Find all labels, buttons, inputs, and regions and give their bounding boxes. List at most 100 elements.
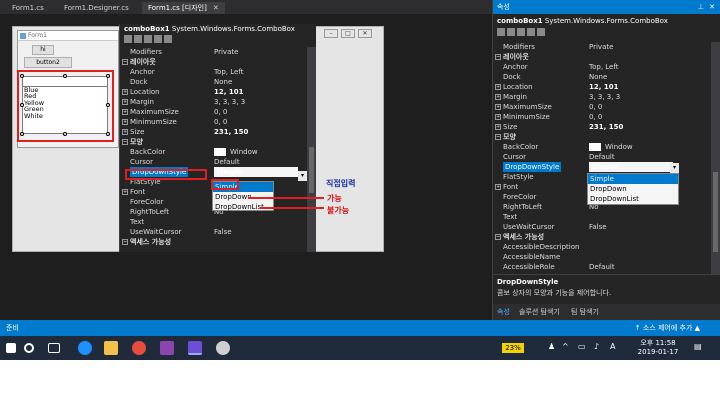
property-value[interactable]: 3, 3, 3, 3 [214, 97, 245, 107]
property-row[interactable]: + MinimumSize 0, 0 [120, 117, 307, 127]
property-value[interactable]: 12, 101 [589, 82, 618, 92]
collapse-icon[interactable]: − [122, 139, 128, 145]
resize-handle[interactable] [63, 132, 67, 136]
expand-icon[interactable]: + [122, 119, 128, 125]
combobox-item[interactable]: White [23, 112, 107, 119]
button2[interactable]: button2 [24, 57, 72, 68]
property-value[interactable]: False [214, 227, 232, 237]
tab-properties[interactable]: 속성 [497, 307, 510, 317]
paint-icon[interactable] [216, 341, 230, 355]
wrench-icon[interactable] [537, 28, 545, 36]
property-row[interactable]: UseWaitCursor False [493, 222, 711, 232]
property-value[interactable]: 0, 0 [589, 102, 602, 112]
property-row[interactable]: AccessibleName [493, 252, 711, 262]
property-category[interactable]: − 레이아웃 [493, 52, 711, 62]
property-category[interactable]: − 액세스 가능성 [120, 237, 307, 247]
expand-icon[interactable]: + [495, 184, 501, 190]
expand-icon[interactable]: + [495, 104, 501, 110]
expand-icon[interactable]: + [495, 84, 501, 90]
file-explorer-icon[interactable] [104, 341, 118, 355]
combobox-list[interactable]: Blue Red Yellow Green White [23, 87, 107, 119]
property-value[interactable]: 3, 3, 3, 3 [589, 92, 620, 102]
resize-handle[interactable] [106, 103, 110, 107]
expand-icon[interactable]: + [122, 99, 128, 105]
battery-indicator[interactable]: 23% [502, 343, 524, 353]
property-row[interactable]: BackColor Window [120, 147, 307, 157]
resize-handle[interactable] [20, 132, 24, 136]
dropdownstyle-options[interactable]: Simple DropDown DropDownList [587, 173, 679, 205]
option-simple[interactable]: Simple [588, 174, 678, 184]
categorized-icon[interactable] [497, 28, 505, 36]
people-icon[interactable]: ♟ [548, 342, 555, 351]
dropdown-arrow-icon[interactable]: ▾ [298, 171, 307, 181]
property-value[interactable]: 0, 0 [214, 107, 227, 117]
property-value[interactable]: Default [589, 152, 615, 162]
volume-icon[interactable]: ♪ [594, 342, 599, 351]
alphabetical-icon[interactable] [134, 35, 142, 43]
clock[interactable]: 오후 11:58 2019-01-17 [632, 338, 684, 356]
property-row[interactable]: + Location 12, 101 [493, 82, 711, 92]
property-value[interactable]: False [589, 222, 607, 232]
chrome-icon[interactable] [132, 341, 146, 355]
resize-handle[interactable] [106, 132, 110, 136]
property-value[interactable]: Simple [589, 162, 673, 172]
tab-form1-design[interactable]: Form1.cs [디자인] ✕ [142, 2, 225, 14]
events-icon[interactable] [154, 35, 162, 43]
combobox-simple[interactable]: Blue Red Yellow Green White [22, 76, 108, 134]
property-row[interactable]: + Size 231, 150 [493, 122, 711, 132]
tab-team-explorer[interactable]: 팀 탐색기 [571, 307, 599, 317]
property-value[interactable]: Default [589, 262, 615, 272]
collapse-icon[interactable]: − [495, 134, 501, 140]
categorized-icon[interactable] [124, 35, 132, 43]
edge-icon[interactable] [78, 341, 92, 355]
property-row[interactable]: AccessibleDescription [493, 242, 711, 252]
resize-handle[interactable] [106, 74, 110, 78]
close-icon[interactable]: ✕ [709, 0, 715, 14]
property-row[interactable]: Text [120, 217, 307, 227]
property-row[interactable]: UseWaitCursor False [120, 227, 307, 237]
alphabetical-icon[interactable] [507, 28, 515, 36]
chevron-up-icon[interactable]: ^ [562, 342, 569, 351]
property-row[interactable]: Dock None [120, 77, 307, 87]
property-value[interactable]: 12, 101 [214, 87, 243, 97]
collapse-icon[interactable]: − [495, 54, 501, 60]
pin-icon[interactable]: ⊥ [698, 0, 704, 14]
property-category[interactable]: − 모양 [120, 137, 307, 147]
expand-icon[interactable]: + [495, 124, 501, 130]
scrollbar-thumb[interactable] [309, 147, 314, 193]
maximize-icon[interactable]: □ [341, 29, 355, 38]
property-row[interactable]: + MinimumSize 0, 0 [493, 112, 711, 122]
property-category[interactable]: − 레이아웃 [120, 57, 307, 67]
property-row[interactable]: + Size 231, 150 [120, 127, 307, 137]
property-value[interactable]: None [214, 77, 232, 87]
property-row[interactable]: Cursor Default [493, 152, 711, 162]
notifications-icon[interactable]: ▤ [694, 342, 702, 351]
expand-icon[interactable]: + [495, 114, 501, 120]
wrench-icon[interactable] [164, 35, 172, 43]
property-row[interactable]: Cursor Default [120, 157, 307, 167]
property-value[interactable]: Private [214, 47, 238, 57]
properties-icon[interactable] [517, 28, 525, 36]
property-value[interactable]: None [589, 72, 607, 82]
scrollbar[interactable] [711, 42, 720, 274]
start-icon[interactable] [6, 343, 16, 353]
scrollbar[interactable] [307, 47, 316, 252]
properties-pane[interactable]: 속성 ⊥ ✕ comboBox1 System.Windows.Forms.Co… [492, 0, 720, 320]
expand-icon[interactable]: + [122, 129, 128, 135]
ime-icon[interactable]: A [610, 342, 615, 351]
property-row[interactable]: + MaximumSize 0, 0 [120, 107, 307, 117]
option-dropdownlist[interactable]: DropDownList [588, 194, 678, 204]
expand-icon[interactable]: + [122, 89, 128, 95]
property-value[interactable]: Window [230, 147, 258, 157]
source-control-button[interactable]: ↑ 소스 제어에 추가 ▲ [635, 320, 700, 336]
network-icon[interactable]: ▭ [578, 342, 586, 351]
property-row[interactable]: Dock None [493, 72, 711, 82]
resize-handle[interactable] [20, 103, 24, 107]
property-value[interactable]: 0, 0 [589, 112, 602, 122]
property-value[interactable]: Simple [214, 167, 298, 177]
collapse-icon[interactable]: − [122, 59, 128, 65]
property-row[interactable]: Anchor Top, Left [120, 67, 307, 77]
property-value[interactable]: Default [214, 157, 240, 167]
minimize-icon[interactable]: – [324, 29, 338, 38]
close-icon[interactable]: ✕ [358, 29, 372, 38]
